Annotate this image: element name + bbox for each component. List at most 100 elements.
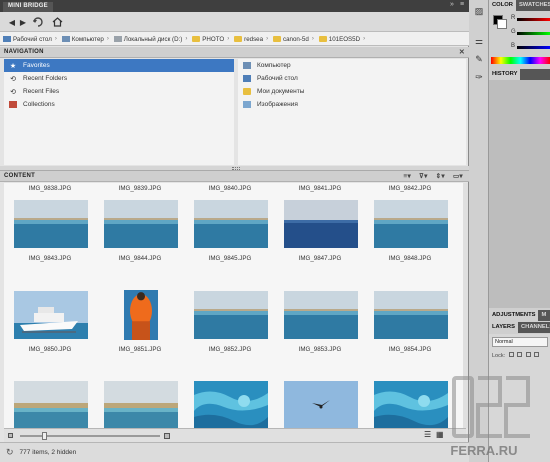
thumbnail-filename: IMG_9841.JPG: [298, 185, 342, 192]
breadcrumb-item[interactable]: redsea ›: [234, 32, 268, 45]
nav-item-favorites[interactable]: ★ Favorites: [4, 59, 234, 72]
chevron-right-icon: ›: [185, 36, 188, 42]
thumbnail-image[interactable]: [194, 381, 268, 428]
thumbnail-image[interactable]: [374, 291, 448, 339]
chevron-right-icon: ›: [106, 36, 109, 42]
nav-item-computer[interactable]: Компьютер: [238, 59, 466, 72]
thumbnail-cell[interactable]: IMG_9850.JPG: [6, 344, 94, 356]
breadcrumb-item[interactable]: 101EOS5D ›: [318, 32, 366, 45]
breadcrumb-item[interactable]: Локальный диск (D:) ›: [113, 32, 188, 45]
thumbnail-image[interactable]: [104, 200, 178, 248]
forward-icon[interactable]: ▶: [17, 16, 29, 28]
thumbnail-image[interactable]: [14, 381, 88, 428]
thumbnail-filename: IMG_9851.JPG: [118, 346, 162, 353]
thumbnail-cell[interactable]: IMG_9852.JPG: [186, 344, 274, 356]
thumbnail-cell[interactable]: IMG_9838.JPG: [6, 183, 94, 195]
thumbnail-image[interactable]: [284, 381, 358, 428]
mini-bridge-panel: MINI BRIDGE » ≡ ◀ ▶ Рабочий стол › Компью…: [0, 0, 469, 462]
thumbnail-image[interactable]: [14, 291, 88, 339]
nav-item-desktop[interactable]: Рабочий стол: [238, 72, 466, 85]
thumbnail-cell[interactable]: IMG_9842.JPG: [366, 183, 454, 195]
styles-icon[interactable]: ✎: [472, 52, 486, 66]
breadcrumb-item[interactable]: PHOTO ›: [192, 32, 229, 45]
tab-adjustments[interactable]: ADJUSTMENTS: [489, 310, 539, 321]
thumbnail-cell[interactable]: IMG_9853.JPG: [276, 344, 364, 356]
breadcrumb-item[interactable]: canon-5d ›: [273, 32, 314, 45]
thumbnail-cell[interactable]: IMG_9843.JPG: [6, 253, 94, 265]
channel-b-label: B: [511, 43, 516, 49]
star-icon: ★: [9, 62, 17, 70]
refresh-icon[interactable]: ↻: [6, 447, 14, 458]
brush-icon[interactable]: ✑: [472, 70, 486, 84]
channel-r-slider[interactable]: [517, 18, 550, 21]
thumbnail-cell[interactable]: IMG_9845.JPG: [186, 253, 274, 265]
large-thumb-icon[interactable]: [164, 433, 170, 439]
tab-masks[interactable]: M: [538, 310, 549, 321]
thumbnail-image[interactable]: [14, 200, 88, 248]
background-color-swatch[interactable]: [497, 19, 507, 29]
navigation-header: NAVIGATION ✕: [0, 47, 469, 58]
blend-mode-select[interactable]: Normal: [492, 337, 548, 347]
thumbnail-image[interactable]: [194, 200, 268, 248]
thumbnail-slider-track[interactable]: [20, 435, 160, 437]
lock-position-icon[interactable]: [525, 352, 531, 357]
thumbnail-image[interactable]: [194, 291, 268, 339]
thumbnail-cell[interactable]: IMG_9854.JPG: [366, 344, 454, 356]
filter-icon[interactable]: ⊽▾: [419, 172, 428, 180]
lock-pixels-icon[interactable]: [517, 352, 523, 357]
watermark-text: FERRA.RU: [450, 443, 517, 458]
thumbnail-slider-thumb[interactable]: [42, 432, 47, 440]
channel-b-slider[interactable]: [517, 46, 550, 49]
view-options-icon[interactable]: ≡▾: [403, 172, 411, 180]
breadcrumb-item[interactable]: Рабочий стол ›: [3, 32, 57, 45]
collapse-icon[interactable]: »: [450, 1, 454, 8]
thumbnail-cell[interactable]: IMG_9851.JPG: [96, 344, 184, 356]
home-icon[interactable]: [51, 16, 63, 28]
status-bar: ↻ 777 items, 2 hidden: [0, 442, 469, 462]
thumbnail-cell[interactable]: IMG_9847.JPG: [276, 253, 364, 265]
thumbnail-image[interactable]: [104, 381, 178, 428]
color-ramp[interactable]: [491, 57, 550, 64]
navigation-places: ★ Favorites ⟲ Recent Folders ⟲ Recent Fi…: [4, 59, 234, 165]
tools-icon[interactable]: ▭▾: [453, 172, 463, 180]
panel-menu-icon[interactable]: ≡: [460, 1, 464, 8]
adjustments-icon[interactable]: ⚌: [472, 34, 486, 48]
thumbnail-image[interactable]: [374, 200, 448, 248]
tab-history[interactable]: HISTORY: [489, 69, 521, 80]
nav-item-recent-folders[interactable]: ⟲ Recent Folders: [4, 72, 234, 85]
lock-transparency-icon[interactable]: [508, 352, 514, 357]
go-to-bridge-icon[interactable]: [32, 16, 44, 28]
nav-item-recent-files[interactable]: ⟲ Recent Files: [4, 85, 234, 98]
thumbnail-image[interactable]: [284, 291, 358, 339]
thumbnail-filename: IMG_9853.JPG: [298, 346, 342, 353]
thumbnail-cell[interactable]: IMG_9841.JPG: [276, 183, 364, 195]
nav-item-pictures[interactable]: Изображения: [238, 98, 466, 111]
history-brush-icon[interactable]: ▨: [472, 4, 486, 18]
tab-layers[interactable]: LAYERS: [489, 322, 518, 333]
nav-item-my-documents[interactable]: Мои документы: [238, 85, 466, 98]
folder-icon: [318, 36, 327, 42]
lock-all-icon[interactable]: [534, 352, 540, 357]
close-icon[interactable]: ✕: [459, 48, 465, 56]
channel-g-slider[interactable]: [517, 32, 550, 35]
splitter-grip[interactable]: [232, 167, 240, 170]
computer-icon: [243, 62, 251, 69]
thumbnail-cell[interactable]: IMG_9844.JPG: [96, 253, 184, 265]
tab-color[interactable]: COLOR: [489, 0, 516, 11]
tab-swatches[interactable]: SWATCHES: [516, 0, 550, 11]
thumbnail-image[interactable]: [284, 200, 358, 248]
chevron-right-icon: ›: [363, 36, 366, 42]
breadcrumb-item[interactable]: Компьютер ›: [61, 32, 109, 45]
nav-item-collections[interactable]: Collections: [4, 98, 234, 111]
small-thumb-icon[interactable]: [8, 433, 13, 438]
sort-icon[interactable]: ⇕▾: [436, 172, 445, 180]
thumbnail-image[interactable]: [104, 290, 178, 340]
thumbnail-filename: IMG_9838.JPG: [28, 185, 72, 192]
mini-bridge-tab[interactable]: MINI BRIDGE: [3, 2, 53, 12]
thumbnail-cell[interactable]: IMG_9848.JPG: [366, 253, 454, 265]
thumbnail-cell[interactable]: IMG_9840.JPG: [186, 183, 274, 195]
thumbnail-cell[interactable]: IMG_9839.JPG: [96, 183, 184, 195]
folder-icon: [234, 36, 243, 42]
navigation-favorites-list: Компьютер Рабочий стол Мои документы Изо…: [238, 59, 466, 165]
tab-channels[interactable]: CHANNELS: [518, 322, 550, 333]
